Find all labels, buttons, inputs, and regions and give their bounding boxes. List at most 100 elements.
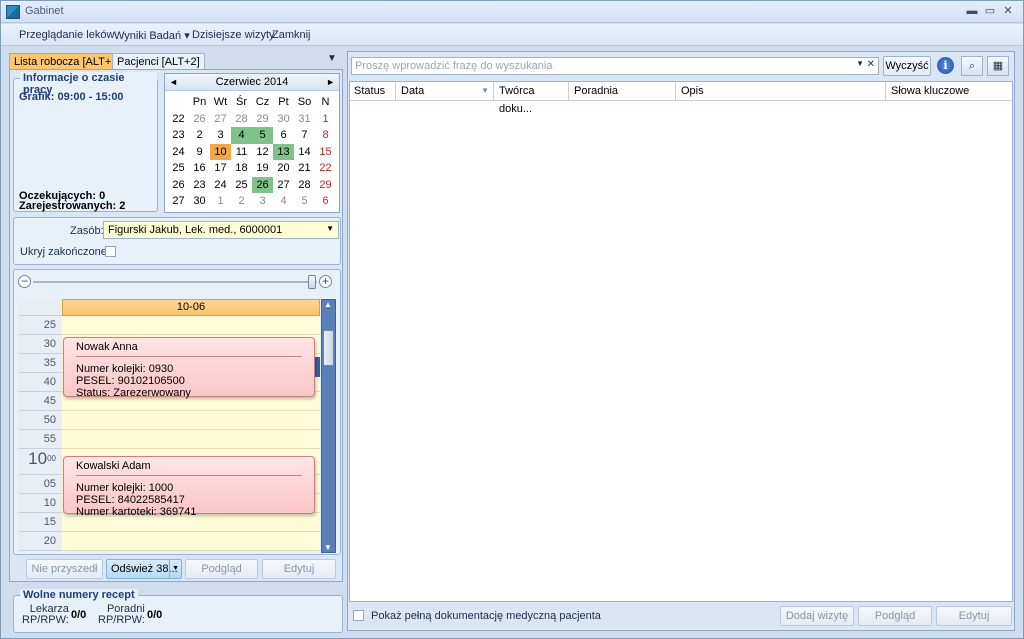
- col-author[interactable]: Twórca doku...: [495, 82, 569, 115]
- recipes-title: Wolne numery recept: [20, 589, 138, 601]
- calendar-day[interactable]: 4: [231, 127, 252, 144]
- schedule-scrollbar[interactable]: ▲ ▼: [321, 299, 336, 553]
- calendar-day[interactable]: 12: [252, 144, 273, 161]
- menu-results[interactable]: Wyniki Badań ▾: [114, 29, 190, 42]
- calendar-day[interactable]: 26: [252, 176, 273, 193]
- resource-select[interactable]: Figurski Jakub, Lek. med., 6000001 ▼: [103, 221, 339, 239]
- menu-drug-browse[interactable]: Przeglądanie leków: [19, 29, 114, 41]
- calendar-day[interactable]: 20: [273, 160, 294, 177]
- calendar-day[interactable]: 24: [210, 177, 231, 194]
- calendar-day[interactable]: 9: [189, 144, 210, 161]
- hide-finished-checkbox[interactable]: [105, 246, 116, 257]
- minimize-icon[interactable]: ▬: [963, 4, 981, 19]
- time-slot-label: 50: [19, 411, 61, 430]
- calendar-day[interactable]: 26: [189, 111, 210, 128]
- calendar-day-selected[interactable]: 10: [210, 143, 231, 160]
- calendar-day[interactable]: 27: [210, 111, 231, 128]
- calendar-day[interactable]: 6: [273, 127, 294, 144]
- calendar-day[interactable]: 7: [294, 127, 315, 144]
- calendar-day[interactable]: 15: [315, 144, 336, 161]
- calendar-day[interactable]: 3: [210, 127, 231, 144]
- calendar-day[interactable]: 27: [273, 177, 294, 194]
- close-icon[interactable]: ✕: [999, 4, 1017, 19]
- search-clear-icon[interactable]: ✕: [867, 59, 875, 70]
- tab-worklist[interactable]: Lista robocza [ALT+1]: [9, 53, 126, 69]
- title-bar: Gabinet ▬ ▭ ✕: [1, 1, 1023, 23]
- refresh-dropdown-icon[interactable]: ▼: [169, 560, 179, 578]
- recipes-group: Wolne numery recept Lekarza RP/RPW: 0/0 …: [13, 589, 343, 633]
- scrollbar-thumb[interactable]: [323, 330, 334, 366]
- calendar-day[interactable]: 13: [273, 143, 294, 160]
- time-slot[interactable]: [62, 532, 320, 551]
- col-description[interactable]: Opis: [677, 82, 886, 100]
- calendar-day[interactable]: 28: [294, 177, 315, 194]
- zoom-slider-track[interactable]: [33, 281, 317, 283]
- calendar-day[interactable]: 31: [294, 111, 315, 128]
- col-keywords[interactable]: Słowa kluczowe: [887, 82, 1012, 100]
- calendar-day[interactable]: 4: [273, 193, 294, 210]
- refresh-button[interactable]: Odśwież 38... ▼: [106, 559, 182, 579]
- scroll-up-icon[interactable]: ▲: [324, 300, 332, 309]
- tab-patients[interactable]: Pacjenci [ALT+2]: [112, 53, 205, 69]
- maximize-icon[interactable]: ▭: [981, 4, 999, 19]
- time-slot-label: 40: [19, 373, 61, 392]
- calendar-day[interactable]: 29: [252, 111, 273, 128]
- full-doc-checkbox[interactable]: [353, 610, 364, 621]
- menu-close[interactable]: Zamknij: [272, 29, 311, 41]
- next-month-icon[interactable]: ►: [326, 74, 335, 91]
- edit-button[interactable]: Edytuj: [262, 559, 336, 579]
- appointment-card[interactable]: Nowak Anna Numer kolejki: 0930 PESEL: 90…: [63, 337, 315, 399]
- footer-edit-button[interactable]: Edytuj: [936, 606, 1012, 626]
- clear-button[interactable]: Wyczyść: [883, 56, 931, 76]
- calendar-day[interactable]: 29: [315, 177, 336, 194]
- calendar-day[interactable]: 21: [294, 160, 315, 177]
- calendar-day[interactable]: 23: [189, 177, 210, 194]
- grid-view-icon[interactable]: ▦: [987, 56, 1009, 76]
- calendar-day[interactable]: 2: [189, 127, 210, 144]
- footer-preview-button[interactable]: Podgląd: [858, 606, 932, 626]
- calendar-day[interactable]: 17: [210, 160, 231, 177]
- search-dropdown-icon[interactable]: ▼: [856, 59, 864, 68]
- calendar-header: ◄ Czerwiec 2014 ►: [165, 74, 339, 91]
- col-date[interactable]: Data ▼: [397, 82, 494, 100]
- clinic-rp-value: 0/0: [147, 609, 163, 621]
- calendar-day[interactable]: 16: [189, 160, 210, 177]
- calendar-day[interactable]: 11: [231, 144, 252, 161]
- search-input[interactable]: Proszę wprowadzić frazę do wyszukania ▼ …: [351, 57, 879, 75]
- calendar-day[interactable]: 2: [231, 193, 252, 210]
- tabs-dropdown-icon[interactable]: ▼: [327, 53, 337, 64]
- not-came-button[interactable]: Nie przyszedł: [26, 559, 103, 579]
- prev-month-icon[interactable]: ◄: [169, 74, 178, 91]
- calendar-day[interactable]: 8: [315, 127, 336, 144]
- week-number: 22: [172, 112, 185, 125]
- menu-today-visits[interactable]: Dzisiejsze wizyty: [192, 29, 275, 41]
- preview-button[interactable]: Podgląd: [185, 559, 258, 579]
- calendar-day[interactable]: 5: [252, 127, 273, 144]
- calendar-day[interactable]: 3: [252, 193, 273, 210]
- zoom-slider-thumb[interactable]: [308, 275, 316, 289]
- time-slot[interactable]: [62, 316, 320, 335]
- time-slot[interactable]: [62, 430, 320, 449]
- time-slot[interactable]: [62, 411, 320, 430]
- calendar-day[interactable]: 1: [210, 193, 231, 210]
- col-clinic[interactable]: Poradnia: [570, 82, 676, 100]
- calendar-day[interactable]: 1: [315, 111, 336, 128]
- calendar-day[interactable]: 19: [252, 160, 273, 177]
- appointment-card[interactable]: Kowalski Adam Numer kolejki: 1000 PESEL:…: [63, 456, 315, 518]
- zoom-out-icon[interactable]: −: [18, 275, 31, 288]
- calendar-day[interactable]: 28: [231, 111, 252, 128]
- calendar-day[interactable]: 25: [231, 177, 252, 194]
- zoom-in-icon[interactable]: +: [319, 275, 332, 288]
- col-status[interactable]: Status: [350, 82, 396, 100]
- scroll-down-icon[interactable]: ▼: [324, 543, 332, 552]
- calendar-day[interactable]: 6: [315, 193, 336, 210]
- add-visit-button[interactable]: Dodaj wizytę: [780, 606, 854, 626]
- calendar-day[interactable]: 5: [294, 193, 315, 210]
- calendar-day[interactable]: 30: [189, 193, 210, 210]
- info-icon[interactable]: i: [937, 57, 954, 74]
- calendar-day[interactable]: 22: [315, 160, 336, 177]
- calendar-day[interactable]: 30: [273, 111, 294, 128]
- search-doc-icon[interactable]: ⌕: [961, 56, 983, 76]
- calendar-day[interactable]: 18: [231, 160, 252, 177]
- calendar-day[interactable]: 14: [294, 144, 315, 161]
